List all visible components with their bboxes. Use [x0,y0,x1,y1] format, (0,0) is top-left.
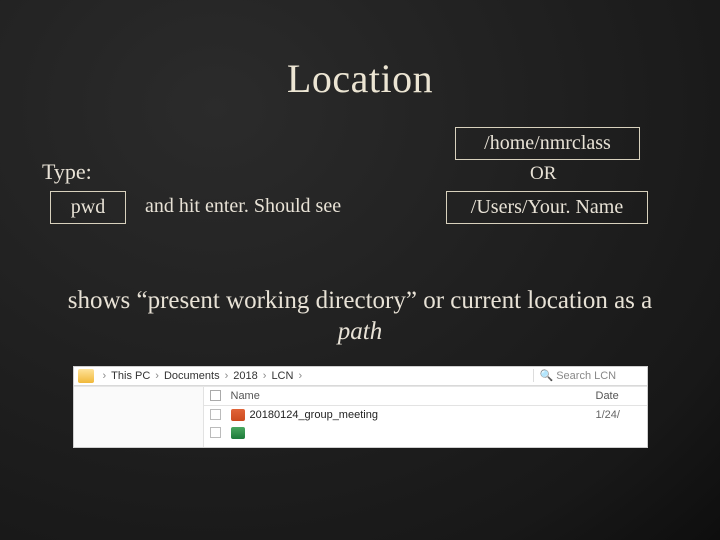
crumb-0: This PC [111,370,150,382]
column-name: Name [231,390,596,402]
powerpoint-file-icon [231,409,245,421]
explorer-address-bar: › This PC › Documents › 2018 › LCN › 🔍 S… [74,367,647,386]
file-date: 1/24/ [596,409,641,421]
instruction-text: and hit enter. Should see [145,195,341,218]
crumb-3: LCN [271,370,293,382]
description-text: shows “present working directory” or cur… [68,287,653,314]
explorer-file-pane: Name Date 20180124_group_meeting 1/24/ [204,387,647,447]
chevron-right-icon: › [225,370,229,382]
search-placeholder: Search LCN [556,370,616,382]
chevron-right-icon: › [298,370,302,382]
crumb-1: Documents [164,370,220,382]
description-italic: path [338,318,382,345]
excel-file-icon [231,427,245,439]
path-home-box: /home/nmrclass [455,127,640,160]
path-users-box: /Users/Your. Name [446,191,648,224]
file-name: 20180124_group_meeting [250,409,596,421]
pwd-box: pwd [50,191,126,224]
search-icon: 🔍 [540,369,554,382]
breadcrumb: › This PC › Documents › 2018 › LCN › [100,370,306,382]
crumb-2: 2018 [233,370,257,382]
upper-region: Type: pwd and hit enter. Should see /hom… [0,127,720,247]
chevron-right-icon: › [103,370,107,382]
slide-title: Location [0,55,720,102]
folder-icon [78,369,94,383]
chevron-right-icon: › [263,370,267,382]
checkbox-icon [210,390,221,401]
file-row: 20180124_group_meeting 1/24/ [204,406,647,424]
or-label: OR [530,163,556,185]
slide: Location Type: pwd and hit enter. Should… [0,0,720,540]
explorer-header-row: Name Date [204,387,647,406]
column-date: Date [596,390,641,402]
checkbox-icon [210,427,221,438]
chevron-right-icon: › [155,370,159,382]
type-label: Type: [42,159,92,185]
description: shows “present working directory” or cur… [0,285,720,348]
explorer-nav-pane [74,387,204,447]
file-explorer-screenshot: › This PC › Documents › 2018 › LCN › 🔍 S… [73,366,648,448]
search-box: 🔍 Search LCN [533,369,643,382]
checkbox-icon [210,409,221,420]
file-row [204,424,647,442]
